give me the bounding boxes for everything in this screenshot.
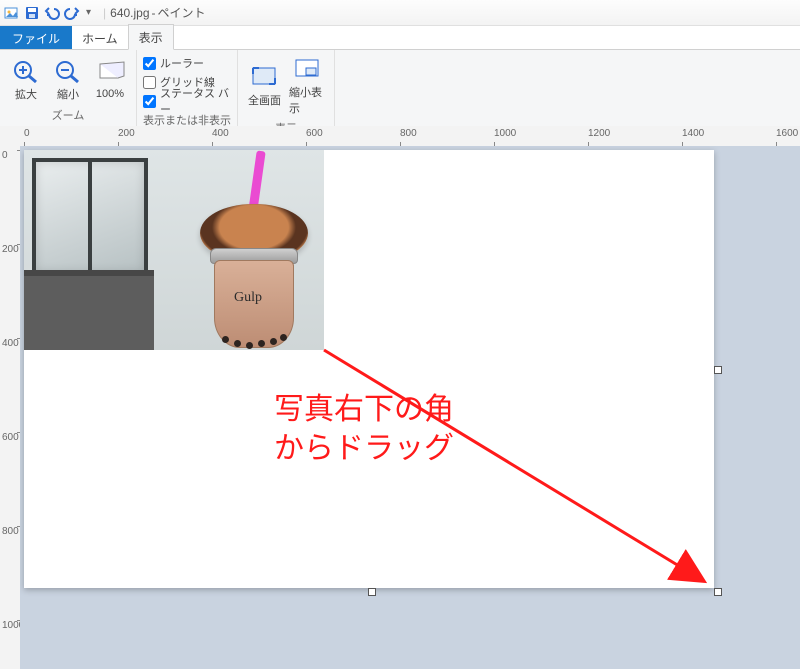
ruler-h-tick: 200 (118, 128, 135, 139)
group-zoom-label: ズーム (0, 105, 136, 126)
photo-window (32, 158, 148, 276)
photo-counter (24, 270, 154, 350)
thumbnail-icon (292, 56, 324, 82)
ribbon-tabs: ファイル ホーム 表示 (0, 26, 800, 50)
zoom-100-label: 100% (96, 88, 124, 100)
thumbnail-label: 縮小表示 (289, 84, 326, 116)
ruler-h-tick: 0 (24, 128, 30, 139)
photo-boba (280, 334, 287, 341)
check-ruler-input[interactable] (143, 57, 156, 70)
photo-boba (270, 338, 277, 345)
qat-dropdown-icon[interactable]: ▾ (84, 7, 93, 18)
canvas[interactable]: Gulp 写真右下の角 (24, 150, 714, 588)
group-display: 全画面 縮小表示 表示 (238, 50, 335, 126)
annotation-text: 写真右下の角 からドラッグ (274, 390, 454, 468)
fullscreen-icon (249, 64, 281, 90)
tab-home[interactable]: ホーム (72, 26, 128, 50)
zoom-out-icon (52, 58, 84, 84)
title-filename: 640.jpg (110, 6, 149, 20)
fullscreen-button[interactable]: 全画面 (244, 62, 285, 110)
zoom-out-label: 縮小 (57, 86, 79, 102)
canvas-handle-right[interactable] (714, 366, 722, 374)
ruler-v-tick: 600 (2, 432, 19, 443)
annotation-line1: 写真右下の角 (274, 390, 454, 429)
ruler-h-tick: 400 (212, 128, 229, 139)
zoom-100-button[interactable]: 100% (90, 58, 130, 102)
ruler-vertical[interactable]: 0 200 400 600 800 1000 (0, 146, 21, 669)
annotation-line2: からドラッグ (274, 429, 454, 468)
check-statusbar[interactable]: ステータス バー (143, 92, 231, 110)
titlebar: ▾ | 640.jpg - ペイント (0, 0, 800, 26)
ruler-corner (0, 126, 21, 147)
ruler-h-tick: 1600 (776, 128, 798, 139)
ruler-h-tick: 1000 (494, 128, 516, 139)
photo-boba (234, 340, 241, 347)
redo-icon[interactable] (64, 5, 80, 21)
group-show: ルーラー グリッド線 ステータス バー 表示または非表示 (137, 50, 238, 126)
zoom-100-icon (94, 60, 126, 86)
save-icon[interactable] (24, 5, 40, 21)
canvas-viewport[interactable]: Gulp 写真右下の角 (20, 146, 800, 669)
tab-file[interactable]: ファイル (0, 26, 72, 50)
title-appname: ペイント (158, 4, 206, 21)
photo-image: Gulp (24, 150, 324, 350)
check-ruler-label: ルーラー (160, 55, 204, 71)
thumbnail-button[interactable]: 縮小表示 (287, 54, 328, 118)
photo-boba (222, 336, 229, 343)
zoom-in-button[interactable]: 拡大 (6, 56, 46, 104)
ruler-horizontal[interactable]: 0 200 400 600 800 1000 1200 1400 1600 (20, 126, 800, 147)
ruler-h-tick: 600 (306, 128, 323, 139)
photo-boba (246, 342, 253, 349)
zoom-in-label: 拡大 (15, 86, 37, 102)
quick-access-toolbar: ▾ (24, 5, 93, 21)
app-icon (4, 5, 20, 21)
group-zoom: 拡大 縮小 100% ズーム (0, 50, 137, 126)
ruler-v-tick: 0 (2, 150, 8, 161)
canvas-handle-corner[interactable] (714, 588, 722, 596)
ruler-h-tick: 800 (400, 128, 417, 139)
ruler-v-tick: 200 (2, 244, 19, 255)
photo-boba (258, 340, 265, 347)
ruler-v-tick: 1000 (2, 620, 21, 631)
ruler-h-tick: 1200 (588, 128, 610, 139)
ruler-v-tick: 800 (2, 526, 19, 537)
undo-icon[interactable] (44, 5, 60, 21)
window-title: | 640.jpg - ペイント (99, 4, 206, 21)
fullscreen-label: 全画面 (248, 92, 281, 108)
check-gridlines-input[interactable] (143, 76, 156, 89)
tab-view[interactable]: 表示 (128, 24, 174, 50)
canvas-handle-bottom[interactable] (368, 588, 376, 596)
ribbon: 拡大 縮小 100% ズーム ルーラー (0, 49, 800, 127)
ruler-h-tick: 1400 (682, 128, 704, 139)
check-ruler[interactable]: ルーラー (143, 54, 204, 72)
photo-jar-label: Gulp (234, 290, 262, 306)
zoom-out-button[interactable]: 縮小 (48, 56, 88, 104)
workspace: 0 200 400 600 800 1000 1200 1400 1600 0 200 400 600… (0, 126, 800, 669)
ruler-v-tick: 400 (2, 338, 19, 349)
check-statusbar-input[interactable] (143, 95, 156, 108)
zoom-in-icon (10, 58, 42, 84)
